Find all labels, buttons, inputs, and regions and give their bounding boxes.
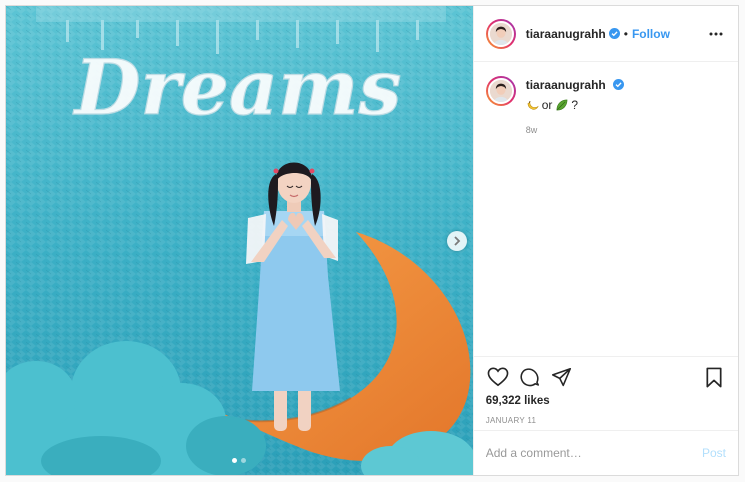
post-media[interactable]: Dreams	[6, 6, 473, 475]
carousel-next-button[interactable]	[447, 231, 467, 251]
carousel-dot-active	[232, 458, 238, 463]
story-ring[interactable]	[485, 18, 516, 49]
avatar[interactable]	[487, 20, 514, 47]
caption-username[interactable]: tiaraanugrahh	[526, 78, 606, 92]
post-actions: 69,322 likes JANUARY 11	[473, 356, 738, 430]
comments-section: tiaraanugrahh or ? 8w	[474, 62, 738, 356]
caption-story-ring[interactable]	[485, 76, 516, 106]
follow-button[interactable]: Follow	[632, 27, 670, 41]
header-separator: •	[623, 26, 628, 41]
share-button[interactable]	[550, 365, 574, 389]
chevron-right-icon	[454, 236, 461, 246]
post-header: tiaraanugrahh • Follow	[473, 6, 738, 62]
caption-timestamp[interactable]: 8w	[526, 125, 624, 135]
bookmark-icon	[706, 367, 722, 387]
verified-badge-icon	[608, 28, 620, 39]
header-username[interactable]: tiaraanugrahh	[526, 27, 606, 41]
more-options-icon	[709, 32, 723, 35]
caption-avatar[interactable]	[487, 78, 514, 104]
carousel-indicator	[6, 458, 473, 463]
caption-suffix: ?	[571, 98, 579, 112]
dreams-sign: Dreams	[73, 43, 402, 132]
caption: tiaraanugrahh or ? 8w	[485, 76, 726, 135]
post-card: Dreams tiaraanugrahh • Follow tiaraanugr…	[5, 5, 739, 476]
likes-count[interactable]: 69,322 likes	[486, 395, 726, 407]
caption-connector: or	[541, 98, 553, 112]
like-button[interactable]	[486, 365, 510, 389]
leaf-emoji	[556, 99, 568, 110]
post-photo: Dreams	[6, 6, 473, 475]
post-comment-button[interactable]: Post	[702, 446, 726, 460]
comment-input[interactable]	[485, 446, 702, 460]
carousel-dot	[241, 458, 247, 463]
comment-icon	[520, 367, 540, 386]
banana-emoji	[527, 100, 539, 110]
caption-text: or ?	[526, 98, 624, 112]
heart-icon	[487, 367, 509, 387]
more-options-button[interactable]	[706, 24, 726, 44]
comment-button[interactable]	[518, 365, 542, 389]
add-comment-bar: Post	[473, 430, 738, 475]
post-date[interactable]: JANUARY 11	[486, 416, 726, 425]
post-side-panel: tiaraanugrahh • Follow tiaraanugrahh or …	[472, 6, 738, 475]
share-icon	[552, 367, 572, 386]
save-button[interactable]	[702, 365, 726, 389]
verified-badge-icon	[613, 79, 625, 90]
